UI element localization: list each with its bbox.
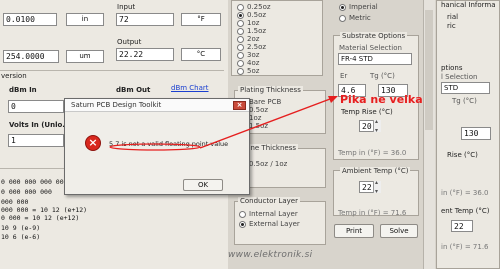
dbm-in-input[interactable]: 0 — [8, 100, 64, 113]
console-line-2: 0 000 000 000 — [1, 188, 52, 196]
ambient-readout: Temp in (°F) = 71.6 — [338, 209, 407, 217]
right-metric: ric — [447, 22, 456, 30]
copper-option-4: 2oz — [247, 35, 260, 43]
copper-radio-3[interactable] — [237, 28, 244, 35]
watermark: www.elektronik.si — [228, 250, 313, 260]
right-tg-input[interactable]: 130 — [461, 127, 491, 140]
copper-radio-1[interactable] — [237, 12, 244, 19]
right-imperial: rial — [447, 13, 459, 21]
output-temp: 22.22 — [116, 48, 174, 61]
copper-option-7: 4oz — [247, 59, 260, 67]
copper-radio-6[interactable] — [237, 52, 244, 59]
imperial-label: Imperial — [349, 3, 378, 11]
right-select[interactable]: STD — [441, 82, 490, 94]
dialog-close-button[interactable]: × — [233, 101, 246, 110]
metric-label: Metric — [349, 14, 371, 22]
input-unit[interactable]: °F — [181, 13, 221, 26]
right-selection-label: l Selection — [441, 73, 478, 81]
print-button[interactable]: Print — [334, 224, 374, 238]
conductor-option-external: External Layer — [249, 220, 300, 228]
right-rise-label: Rise (°C) — [447, 151, 478, 159]
field1-input[interactable]: 0.0100 — [3, 13, 57, 26]
plating-option-1: 0.5oz — [249, 106, 269, 114]
ambient-title: Ambient Temp (°C) — [340, 167, 411, 175]
scrollbar-thumb[interactable] — [425, 10, 433, 130]
console-line-7: 10 6 (e-6) — [1, 233, 41, 241]
input-label: Input — [117, 3, 136, 11]
field2-input[interactable]: 254.0000 — [3, 50, 59, 63]
dialog-message: 5.7 is not a valid floating point value — [109, 140, 229, 148]
plating-title: Plating Thickness — [238, 86, 303, 94]
imperial-radio[interactable] — [339, 4, 346, 11]
dialog-titlebar[interactable]: Saturn PCB Design Toolkit — [65, 99, 249, 112]
copper-option-8: 5oz — [247, 67, 260, 75]
material-select[interactable]: FR-4 STD — [338, 53, 412, 65]
material-label: Material Selection — [339, 44, 402, 52]
section-divider — [0, 70, 224, 71]
volts-in-input[interactable]: 1 — [8, 134, 64, 147]
conductor-option-internal: Internal Layer — [249, 210, 298, 218]
right-rise-readout: in (°F) = 36.0 — [441, 189, 489, 197]
right-options-label: ptions — [441, 64, 463, 72]
volts-in-label: Volts In (Unlo... — [9, 121, 71, 129]
conductor-title: Conductor Layer — [238, 197, 300, 205]
copper-radio-0[interactable] — [237, 4, 244, 11]
input-temp[interactable]: 72 — [116, 13, 174, 26]
right-tg-label: Tg (°C) — [452, 97, 477, 105]
tg-label: Tg (°C) — [370, 72, 395, 80]
right-tab[interactable]: hanical Informa — [441, 1, 496, 9]
conductor-radio-internal[interactable] — [239, 211, 246, 218]
dbm-in-label: dBm In — [9, 86, 37, 94]
temp-rise-label: Temp Rise (°C) — [341, 108, 393, 116]
copper-option-5: 2.5oz — [247, 43, 267, 51]
field2-unit[interactable]: um — [66, 50, 104, 63]
annotation-text: Pika ne velka — [340, 93, 423, 106]
ambient-spinner[interactable] — [373, 179, 381, 195]
console-line-6: 10 9 (e-9) — [1, 224, 41, 232]
plating-option-2: 1oz — [249, 114, 262, 122]
plating-option-3: 1.5oz — [249, 122, 269, 130]
console-line-1: 0 000 000 000 000 — [1, 178, 68, 186]
metric-radio[interactable] — [339, 15, 346, 22]
field1-unit[interactable]: in — [66, 13, 104, 26]
error-dialog: Saturn PCB Design Toolkit × × 5.7 is not… — [64, 98, 250, 195]
solve-button[interactable]: Solve — [380, 224, 418, 238]
console-line-4: 000 000 = 10 12 (e+12) — [1, 206, 88, 214]
copper-option-0: 0.25oz — [247, 3, 271, 11]
dialog-ok-button[interactable]: OK — [183, 179, 223, 191]
copper-option-3: 1.5oz — [247, 27, 267, 35]
temp-rise-spinner[interactable] — [373, 118, 381, 134]
copper-option-6: 3oz — [247, 51, 260, 59]
substrate-title: Substrate Options — [340, 32, 408, 40]
plane-option: 0.5oz / 1oz — [249, 160, 288, 168]
conductor-radio-external[interactable] — [239, 221, 246, 228]
right-ambient-label: ent Temp (°C) — [441, 207, 490, 215]
copper-option-1: 0.5oz — [247, 11, 267, 19]
console-line-5: 0 000 = 10 12 (e+12) — [1, 214, 80, 222]
console-line-3: 000 000 — [1, 198, 29, 206]
copper-group — [231, 0, 323, 76]
right-ambient-readout: in (°F) = 71.6 — [441, 243, 489, 251]
copper-radio-5[interactable] — [237, 44, 244, 51]
temp-rise-readout: Temp in (°F) = 36.0 — [338, 149, 407, 157]
copper-radio-2[interactable] — [237, 20, 244, 27]
copper-option-2: 1oz — [247, 19, 260, 27]
error-icon: × — [85, 135, 101, 151]
copper-radio-7[interactable] — [237, 60, 244, 67]
er-label: Er — [340, 72, 348, 80]
copper-radio-4[interactable] — [237, 36, 244, 43]
copper-radio-8[interactable] — [237, 68, 244, 75]
dbm-out-label: dBm Out — [116, 86, 151, 94]
output-label: Output — [117, 38, 142, 46]
right-ambient-input[interactable]: 22 — [451, 220, 473, 232]
dbm-chart-link[interactable]: dBm Chart — [171, 84, 209, 92]
conversion-section-label: version — [1, 72, 27, 80]
plating-option-0: Bare PCB — [249, 98, 282, 106]
output-unit: °C — [181, 48, 221, 61]
